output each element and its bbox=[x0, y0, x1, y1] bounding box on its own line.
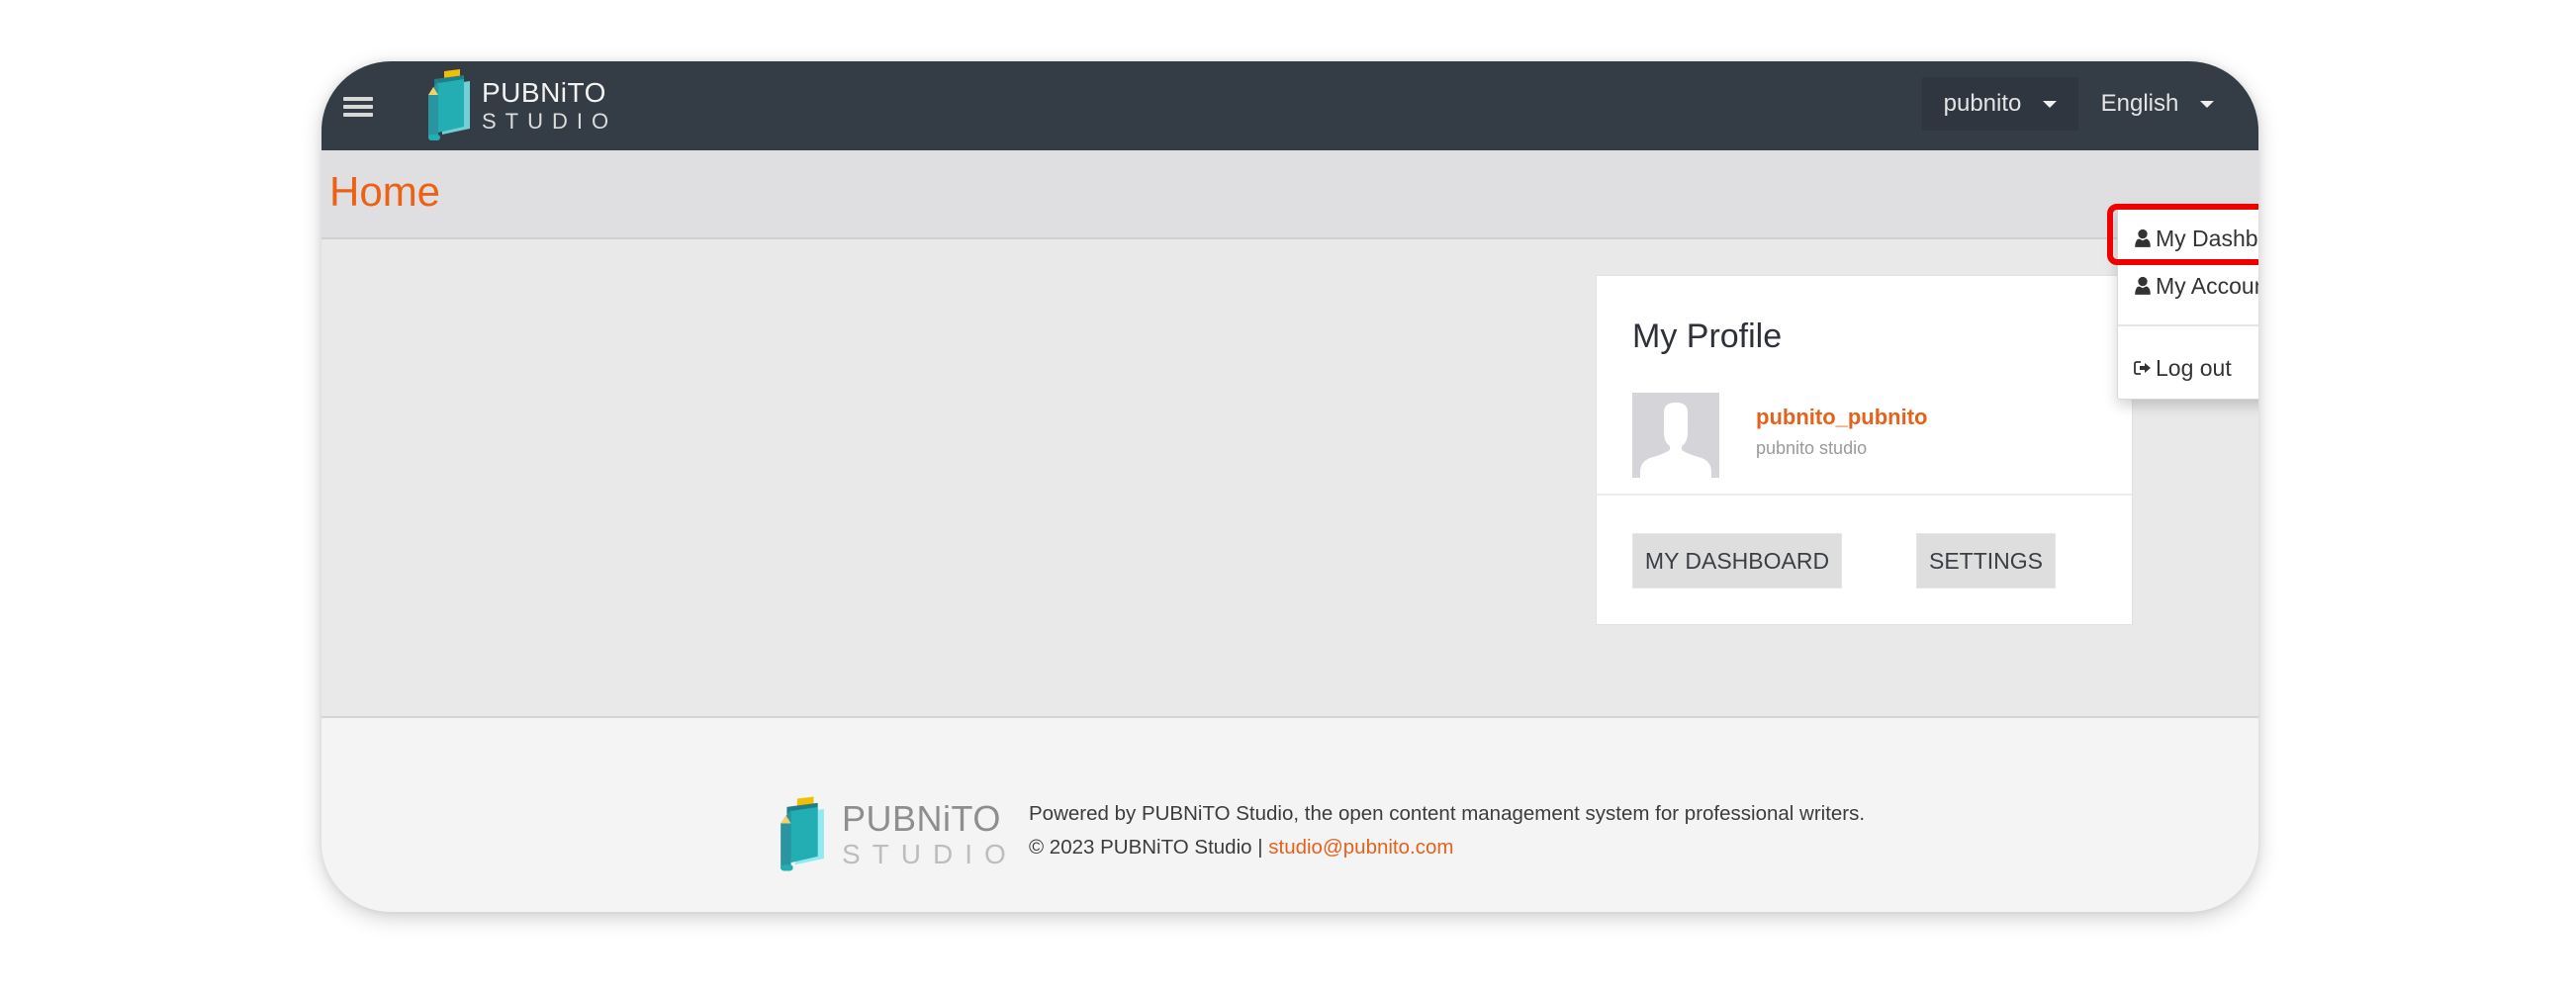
caret-down-icon bbox=[2043, 100, 2058, 108]
profile-username-link[interactable]: pubnito_pubnito bbox=[1756, 405, 1928, 430]
menu-item-my-dashboard[interactable]: My Dashboard bbox=[2118, 217, 2258, 260]
user-icon bbox=[2135, 228, 2151, 247]
menu-item-log-out[interactable]: Log out bbox=[2118, 346, 2258, 390]
menu-item-label: Log out bbox=[2156, 354, 2232, 381]
footer-brand-subtitle: STUDIO bbox=[842, 839, 1018, 869]
user-menu-label: pubnito bbox=[1943, 90, 2022, 117]
book-pencil-logo-icon bbox=[428, 69, 470, 140]
brand-subtitle: STUDIO bbox=[482, 109, 618, 134]
app-window: PUBNiTO STUDIO pubnito English Home My P… bbox=[322, 61, 2258, 912]
footer: PUBNiTO STUDIO Powered by PUBNiTO Studio… bbox=[322, 716, 2258, 912]
profile-card-title: My Profile bbox=[1632, 317, 1783, 355]
my-dashboard-button[interactable]: MY DASHBOARD bbox=[1632, 533, 1842, 589]
page-header: Home bbox=[322, 150, 2258, 239]
menu-divider bbox=[2118, 324, 2258, 326]
card-divider bbox=[1597, 494, 2132, 496]
menu-item-my-account[interactable]: My Account bbox=[2118, 264, 2258, 308]
footer-text: Powered by PUBNiTO Studio, the open cont… bbox=[1029, 797, 1865, 864]
user-icon bbox=[2135, 276, 2151, 295]
user-menu-toggle[interactable]: pubnito bbox=[1922, 77, 2078, 131]
sign-out-icon bbox=[2134, 361, 2151, 375]
page-title: Home bbox=[329, 168, 441, 215]
brand-name: PUBNiTO bbox=[482, 77, 606, 108]
footer-logo: PUBNiTO STUDIO bbox=[777, 787, 1018, 882]
user-dropdown-menu: My Dashboard My Account Log out bbox=[2117, 206, 2258, 400]
copyright-text: © 2023 PUBNiTO Studio | bbox=[1029, 836, 1269, 859]
contact-email-link[interactable]: studio@pubnito.com bbox=[1268, 836, 1453, 859]
language-menu-toggle[interactable]: English bbox=[2088, 77, 2227, 131]
settings-button[interactable]: SETTINGS bbox=[1916, 533, 2056, 589]
menu-item-label: My Account bbox=[2156, 272, 2258, 299]
profile-card: My Profile pubnito_pubnito pubnito studi… bbox=[1596, 275, 2133, 625]
menu-item-label: My Dashboard bbox=[2156, 225, 2258, 251]
main-content: My Profile pubnito_pubnito pubnito studi… bbox=[322, 239, 2258, 716]
brand-logo[interactable]: PUBNiTO STUDIO bbox=[424, 67, 617, 144]
powered-by-text: Powered by PUBNiTO Studio, the open cont… bbox=[1029, 802, 1866, 825]
top-navbar: PUBNiTO STUDIO pubnito English bbox=[322, 61, 2258, 150]
default-avatar-icon bbox=[1640, 403, 1711, 478]
profile-subtitle: pubnito studio bbox=[1756, 438, 1868, 458]
language-menu-label: English bbox=[2100, 90, 2179, 117]
book-pencil-logo-icon bbox=[781, 796, 824, 871]
avatar bbox=[1632, 393, 1719, 478]
footer-brand-name: PUBNiTO bbox=[842, 798, 1001, 839]
caret-down-icon bbox=[2200, 100, 2215, 108]
hamburger-icon[interactable] bbox=[341, 89, 377, 123]
copyright-line: © 2023 PUBNiTO Studio | studio@pubnito.c… bbox=[1029, 831, 1865, 864]
